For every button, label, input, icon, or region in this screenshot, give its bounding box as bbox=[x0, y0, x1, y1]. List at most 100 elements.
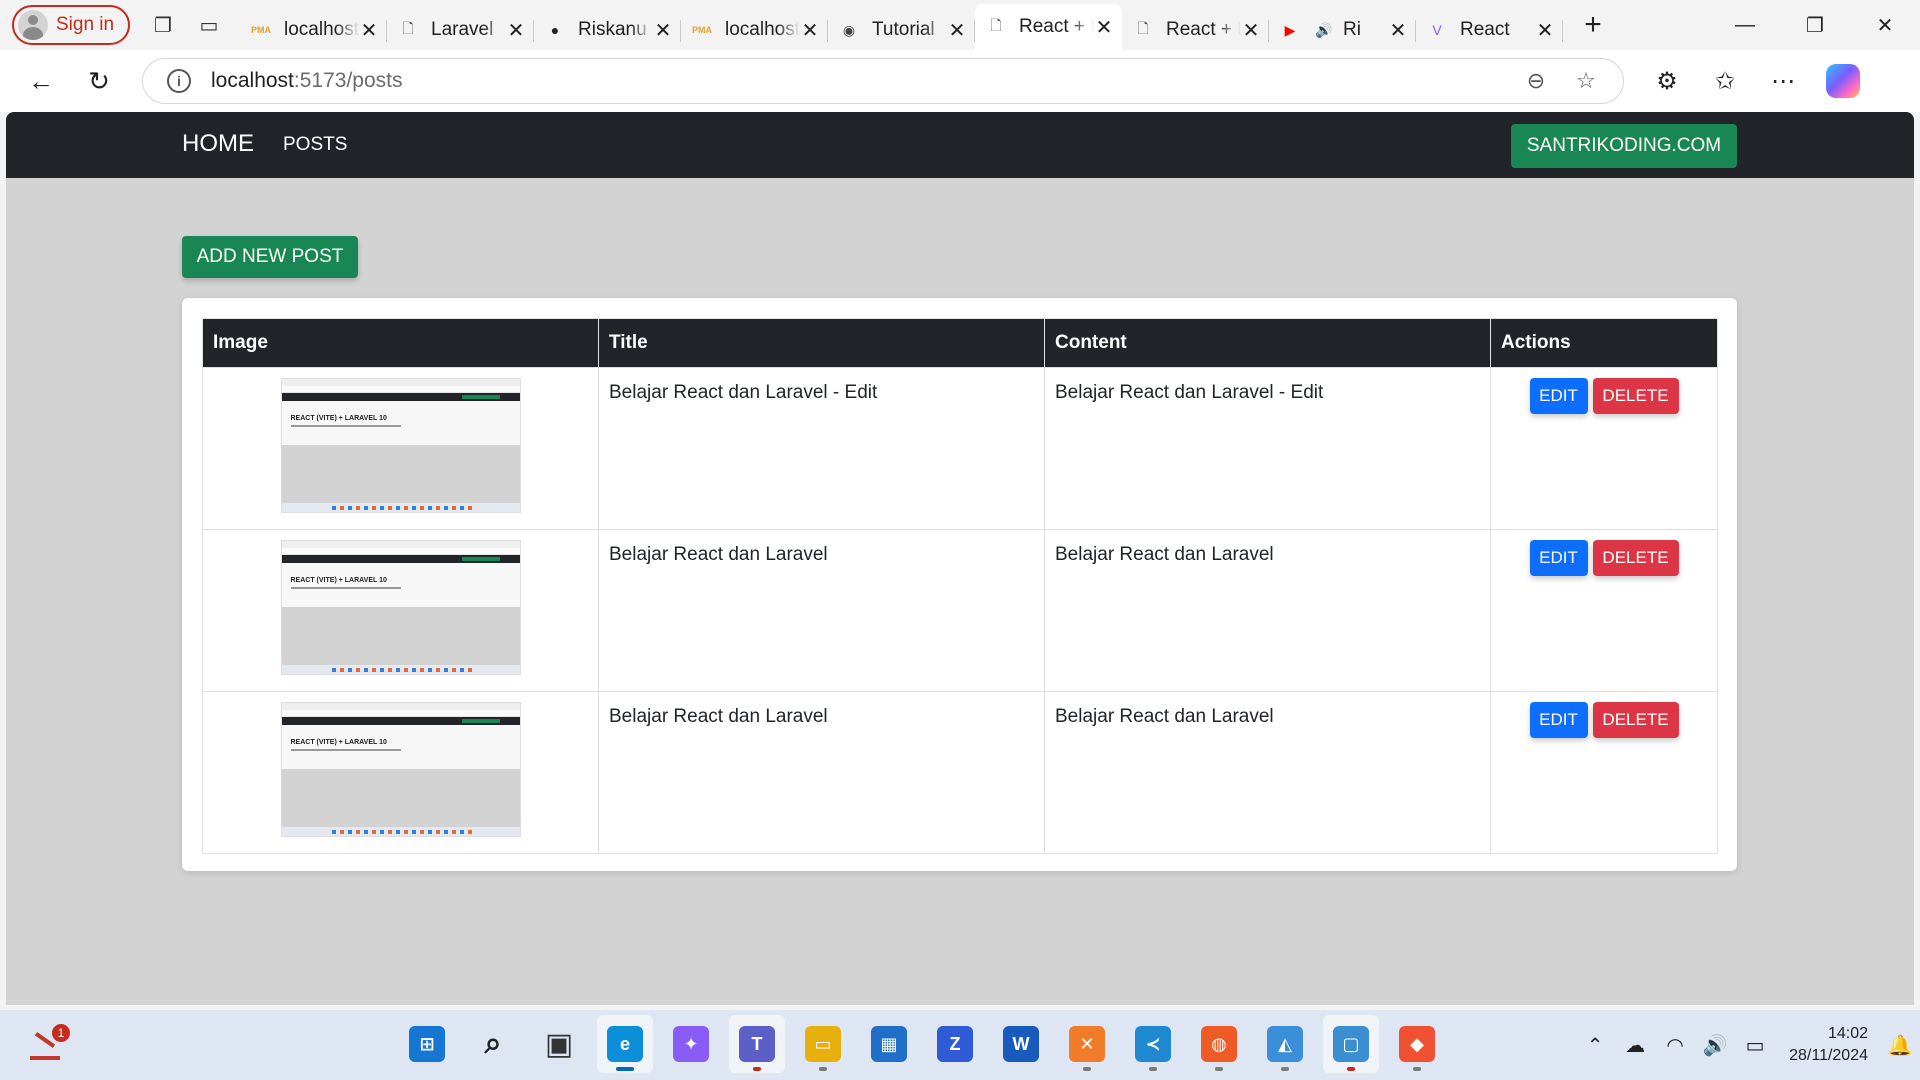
youtube-icon: ▶ bbox=[1284, 21, 1296, 38]
post-thumbnail: REACT (VITE) + LARAVEL 10 bbox=[280, 702, 521, 837]
clock-time: 14:02 bbox=[1827, 1025, 1868, 1042]
wifi-icon[interactable]: ◠ bbox=[1655, 1033, 1695, 1058]
browser-tab[interactable]: ▶ 🔊 Ri ✕ bbox=[1269, 10, 1416, 50]
search-taskbar-button[interactable]: ⌕ bbox=[465, 1015, 521, 1073]
add-new-post-button[interactable]: ADD NEW POST bbox=[182, 236, 358, 278]
back-button[interactable]: ← bbox=[16, 58, 66, 104]
tab-label: Riskanu bbox=[578, 19, 647, 40]
more-menu-icon[interactable]: ⋯ bbox=[1754, 58, 1812, 104]
close-tab-icon[interactable]: ✕ bbox=[1094, 15, 1114, 40]
new-tab-button[interactable]: + bbox=[1573, 5, 1613, 45]
microsoft-store-taskbar-button[interactable]: ▦ bbox=[861, 1015, 917, 1073]
delete-button[interactable]: DELETE bbox=[1592, 702, 1679, 738]
close-tab-icon[interactable]: ✕ bbox=[1241, 18, 1261, 43]
remote-desktop-taskbar-button[interactable]: ▢ bbox=[1323, 1015, 1379, 1073]
thumb-nav-button bbox=[461, 395, 500, 399]
thumb-title: REACT (VITE) + LARAVEL 10 bbox=[290, 415, 387, 422]
edit-button[interactable]: EDIT bbox=[1529, 540, 1588, 576]
battery-icon[interactable]: ▭ bbox=[1735, 1033, 1775, 1058]
site-icon: ◉ bbox=[842, 21, 856, 38]
browser-tab[interactable]: PMA localhost / 127.0.0.1 / phpMyAdmin✕ bbox=[240, 10, 387, 50]
widgets-badge: 1 bbox=[52, 1024, 70, 1042]
content-cell: Belajar React dan Laravel - Edit bbox=[1044, 367, 1491, 530]
zed-taskbar-button[interactable]: Z bbox=[927, 1015, 983, 1073]
thumb-subtitle bbox=[290, 425, 401, 427]
restore-button[interactable]: ❐ bbox=[1780, 0, 1850, 50]
xampp-taskbar-button[interactable]: ✕ bbox=[1059, 1015, 1115, 1073]
browser-tab[interactable]: 🗋 React + Laravel✕ bbox=[1122, 10, 1269, 50]
minimize-button[interactable]: — bbox=[1710, 0, 1780, 50]
delete-button[interactable]: DELETE bbox=[1592, 378, 1679, 414]
edge-icon: e bbox=[607, 1026, 643, 1062]
onedrive-icon[interactable]: ☁ bbox=[1615, 1033, 1655, 1058]
git-taskbar-button[interactable]: ◆ bbox=[1389, 1015, 1445, 1073]
santrikoding-button[interactable]: SANTRIKODING.COM bbox=[1511, 124, 1737, 168]
running-indicator bbox=[1413, 1067, 1421, 1071]
nav-home-link[interactable]: HOME bbox=[182, 130, 254, 158]
title-cell: Belajar React dan Laravel bbox=[598, 529, 1045, 692]
url-host: localhost bbox=[211, 69, 294, 92]
close-tab-icon[interactable]: ✕ bbox=[947, 18, 967, 43]
start-taskbar-button[interactable]: ⊞ bbox=[399, 1015, 455, 1073]
photos-taskbar-button[interactable]: ◭ bbox=[1257, 1015, 1313, 1073]
word-taskbar-button[interactable]: W bbox=[993, 1015, 1049, 1073]
edge-taskbar-button[interactable]: e bbox=[597, 1015, 653, 1073]
clock[interactable]: 14:02 28/11/2024 bbox=[1789, 1023, 1868, 1067]
teams-taskbar-button[interactable]: T bbox=[729, 1015, 785, 1073]
thumb-addressbar bbox=[281, 548, 520, 555]
browser-tab[interactable]: ◉ Tutorial ✕ bbox=[828, 10, 975, 50]
browser-tab[interactable]: ● Riskanu ✕ bbox=[534, 10, 681, 50]
phpmyadmin-icon: PMA bbox=[251, 25, 271, 35]
copilot-taskbar-button[interactable]: ✦ bbox=[663, 1015, 719, 1073]
close-tab-icon[interactable]: ✕ bbox=[1535, 18, 1555, 43]
thumb-tabbar bbox=[281, 541, 520, 548]
browser-tab[interactable]: 🗋 Laravel ✕ bbox=[387, 10, 534, 50]
extensions-icon[interactable]: ⚙ bbox=[1638, 58, 1696, 104]
toolbar-right: ⚙ ✩ ⋯ bbox=[1638, 58, 1860, 104]
browser-tab[interactable]: 🗋 React + Laravel✕ bbox=[975, 4, 1122, 50]
actions-cell: EDIT DELETE bbox=[1490, 691, 1718, 854]
vertical-tabs-icon[interactable]: ▭ bbox=[186, 5, 232, 45]
browser-tab[interactable]: V React ✕ bbox=[1416, 10, 1563, 50]
zoom-out-icon[interactable]: ⊖ bbox=[1511, 68, 1561, 94]
notification-bell-icon[interactable]: 🔔 bbox=[1880, 1033, 1920, 1058]
sign-in-button[interactable]: Sign in bbox=[12, 5, 130, 45]
volume-icon[interactable]: 🔊 bbox=[1695, 1033, 1735, 1058]
thumb-subtitle bbox=[290, 587, 401, 589]
address-url[interactable]: localhost:5173/posts bbox=[211, 69, 1511, 93]
close-tab-icon[interactable]: ✕ bbox=[653, 18, 673, 43]
edit-button[interactable]: EDIT bbox=[1529, 378, 1588, 414]
refresh-button[interactable]: ↻ bbox=[74, 58, 124, 104]
running-indicator bbox=[1347, 1067, 1355, 1071]
post-thumbnail: REACT (VITE) + LARAVEL 10 bbox=[280, 378, 521, 513]
close-tab-icon[interactable]: ✕ bbox=[506, 18, 526, 43]
close-tab-icon[interactable]: ✕ bbox=[1388, 18, 1408, 43]
delete-button[interactable]: DELETE bbox=[1592, 540, 1679, 576]
postman-icon: ◍ bbox=[1201, 1026, 1237, 1062]
close-tab-icon[interactable]: ✕ bbox=[800, 18, 820, 43]
address-bar[interactable]: i localhost:5173/posts ⊖ ☆ bbox=[142, 58, 1624, 104]
workspaces-icon[interactable]: ❐ bbox=[140, 5, 186, 45]
task-view-taskbar-button[interactable]: ▣ bbox=[531, 1015, 587, 1073]
site-navbar: HOME POSTS SANTRIKODING.COM bbox=[6, 112, 1914, 178]
audio-playing-icon[interactable]: 🔊 bbox=[1313, 19, 1335, 41]
browser-tab[interactable]: PMA localhost / 127.0.0.1✕ bbox=[681, 10, 828, 50]
nav-posts-link[interactable]: POSTS bbox=[283, 134, 347, 156]
close-window-button[interactable]: ✕ bbox=[1850, 0, 1920, 50]
running-indicator bbox=[1149, 1067, 1157, 1071]
thumb-title: REACT (VITE) + LARAVEL 10 bbox=[290, 577, 387, 584]
window-controls: — ❐ ✕ bbox=[1710, 0, 1920, 50]
vscode-taskbar-button[interactable]: ≺ bbox=[1125, 1015, 1181, 1073]
tab-label: localhost / 127.0.0.1 / phpMyAdmin bbox=[284, 19, 359, 40]
copilot-icon[interactable] bbox=[1826, 64, 1860, 98]
close-tab-icon[interactable]: ✕ bbox=[359, 18, 379, 43]
site-info-icon[interactable]: i bbox=[167, 69, 191, 93]
table-row: REACT (VITE) + LARAVEL 10 Belajar React d… bbox=[202, 529, 1718, 692]
favorite-star-icon[interactable]: ☆ bbox=[1561, 68, 1611, 94]
favorites-icon[interactable]: ✩ bbox=[1696, 58, 1754, 104]
widgets-button[interactable]: 1 bbox=[28, 1024, 70, 1064]
file-explorer-taskbar-button[interactable]: ▭ bbox=[795, 1015, 851, 1073]
postman-taskbar-button[interactable]: ◍ bbox=[1191, 1015, 1247, 1073]
show-hidden-icons-icon[interactable]: ⌃ bbox=[1575, 1033, 1615, 1058]
edit-button[interactable]: EDIT bbox=[1529, 702, 1588, 738]
